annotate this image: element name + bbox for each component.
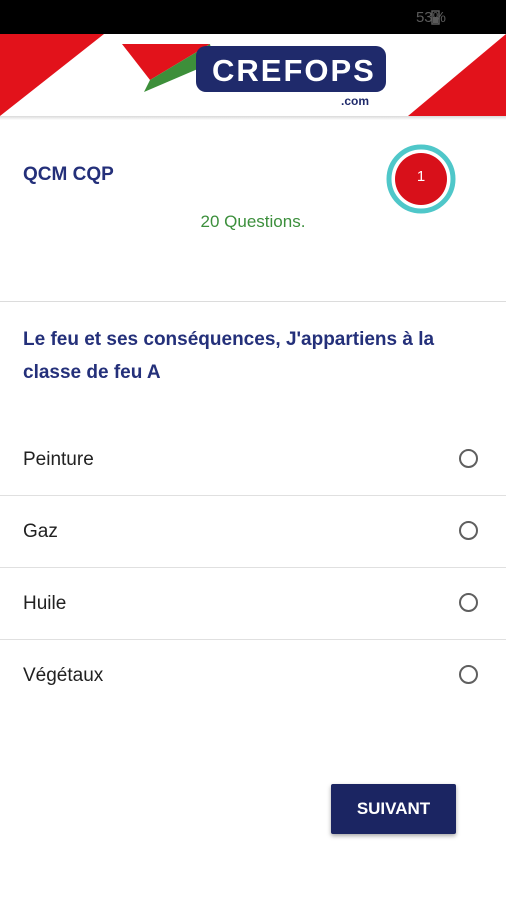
answer-list: Peinture Gaz Huile Végétaux: [0, 424, 506, 711]
radio-button[interactable]: [459, 521, 478, 540]
answer-option[interactable]: Gaz: [0, 496, 506, 568]
answer-option[interactable]: Peinture: [0, 424, 506, 496]
question-count: 20 Questions.: [200, 212, 306, 231]
radio-button[interactable]: [459, 593, 478, 612]
next-button[interactable]: SUIVANT: [331, 784, 456, 834]
divider: [0, 301, 506, 302]
radio-button[interactable]: [459, 665, 478, 684]
answer-option[interactable]: Huile: [0, 568, 506, 640]
answer-label: Gaz: [23, 521, 58, 542]
answer-label: Végétaux: [23, 665, 104, 686]
answer-option[interactable]: Végétaux: [0, 640, 506, 711]
status-bar: 53%: [0, 0, 506, 34]
question-number: 1: [416, 168, 426, 185]
quiz-title: QCM CQP: [23, 164, 114, 185]
logo-domain: .com: [341, 94, 370, 108]
answer-label: Peinture: [23, 449, 94, 470]
logo-text: CREFOPS: [212, 53, 376, 88]
radio-button[interactable]: [459, 449, 478, 468]
answer-label: Huile: [23, 593, 67, 614]
question-text: Le feu et ses conséquences, J'appartiens…: [23, 329, 435, 383]
header-shadow: [0, 116, 506, 120]
battery-icon: [431, 10, 440, 25]
